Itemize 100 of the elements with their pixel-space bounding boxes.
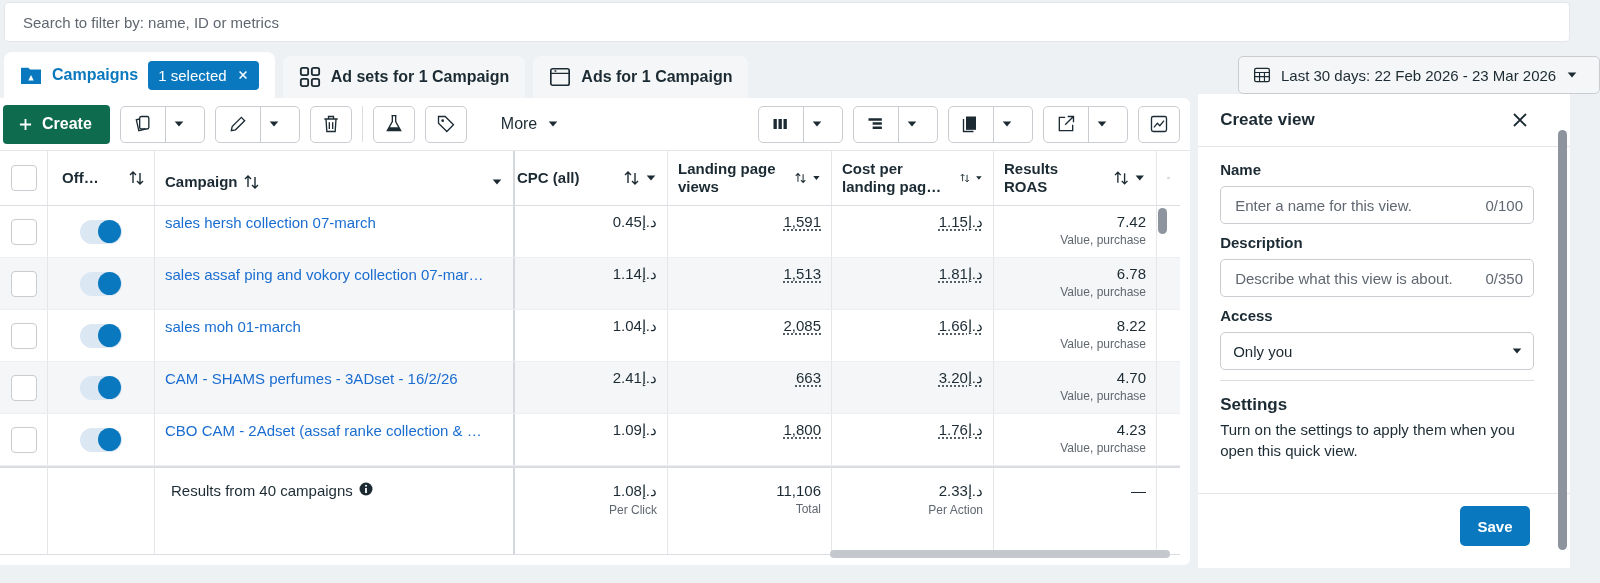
- tag-icon: [435, 114, 456, 134]
- field-label: Access: [1220, 307, 1274, 324]
- campaign-link[interactable]: sales hersh collection 07-march: [165, 214, 376, 257]
- access-dropdown[interactable]: Only you: [1220, 332, 1534, 370]
- column-header[interactable]: Off…: [48, 151, 155, 205]
- tab[interactable]: Campaigns 1 selected: [4, 52, 275, 98]
- campaign-link[interactable]: CAM - SHAMS perfumes - 3ADset - 16/2/26: [165, 370, 458, 413]
- metric-value: 2.41د.إ: [612, 369, 657, 387]
- campaign-link[interactable]: CBO CAM - 2Adset (assaf ranke collection & …: [165, 422, 482, 465]
- campaign-link[interactable]: sales moh 01-march: [165, 318, 301, 361]
- toggle-switch[interactable]: [80, 219, 122, 244]
- metric-value: —: [1131, 482, 1146, 499]
- metric-value: 1.15د.إ: [938, 213, 983, 231]
- sort-icon: [959, 171, 970, 185]
- grid-icon: [298, 66, 321, 88]
- sort-icon: [795, 171, 807, 185]
- settings-description: Turn on the settings to apply them when you open this quick view.: [1220, 420, 1516, 461]
- metric-value: 8.22: [1116, 317, 1146, 334]
- tab[interactable]: Ad sets for 1 Campaign: [282, 56, 526, 98]
- metric-value: 6.78: [1116, 265, 1146, 282]
- section-heading: Settings: [1220, 395, 1289, 415]
- metric-value: 3.20د.إ: [938, 369, 983, 387]
- tab[interactable]: Ads for 1 Campaign: [533, 56, 749, 98]
- metric-value: 1.08د.إ: [612, 482, 657, 500]
- sort-icon: [243, 175, 259, 189]
- toggle-switch[interactable]: [80, 271, 122, 296]
- toggle-switch[interactable]: [80, 427, 122, 452]
- copy-button[interactable]: [119, 105, 205, 143]
- delete-button[interactable]: [309, 105, 352, 143]
- toggle-switch[interactable]: [80, 375, 122, 400]
- selection-badge[interactable]: 1 selected: [148, 60, 259, 90]
- checkbox[interactable]: [10, 426, 37, 453]
- metric-note: Value, purchase: [1060, 285, 1146, 299]
- sort-icon: [624, 171, 639, 185]
- toggle-switch[interactable]: [80, 323, 122, 348]
- metric-value: 1.04د.إ: [612, 317, 657, 335]
- column-header[interactable]: Results ROAS: [994, 151, 1157, 205]
- metric-note: Value, purchase: [1060, 389, 1146, 403]
- checkbox[interactable]: [10, 322, 37, 349]
- date-range-button[interactable]: Last 30 days: 22 Feb 2026 - 23 Mar 2026: [1238, 56, 1600, 94]
- tag-button[interactable]: [424, 105, 467, 143]
- character-counter: 0/350: [1485, 269, 1523, 287]
- metric-value: 7.42: [1116, 213, 1146, 230]
- checkbox[interactable]: [10, 165, 37, 191]
- metric-value: 1,513: [783, 265, 821, 282]
- save-button[interactable]: Save: [1460, 506, 1530, 546]
- metric-value: 4.70: [1116, 369, 1146, 386]
- metric-value: 1.14د.إ: [612, 265, 657, 283]
- checkbox[interactable]: [10, 374, 37, 401]
- column-header[interactable]: Cost per landing pag…: [832, 151, 994, 205]
- flask-button[interactable]: [372, 105, 415, 143]
- metric-value: 11,106: [776, 482, 821, 499]
- character-counter: 0/100: [1485, 196, 1523, 214]
- edit-icon: [227, 114, 248, 134]
- metric-value: 1.09د.إ: [612, 421, 657, 439]
- folder-icon: [20, 65, 42, 85]
- metric-value: 2.33د.إ: [938, 482, 983, 500]
- checkbox[interactable]: [10, 218, 37, 245]
- text-input[interactable]: Enter a name for this view.: [1233, 195, 1486, 215]
- column-header[interactable]: Landing page views: [668, 151, 832, 205]
- field-label: Description: [1220, 234, 1304, 251]
- scrollbar[interactable]: [830, 550, 1170, 558]
- results-summary: Results from 40 campaigns: [171, 482, 353, 499]
- text-field[interactable]: Describe what this view is about. 0/350: [1220, 259, 1534, 297]
- field-label: Name: [1220, 161, 1262, 178]
- plus-icon: [19, 117, 32, 131]
- metric-value: 1.81د.إ: [938, 265, 983, 283]
- text-field[interactable]: Enter a name for this view. 0/100: [1220, 186, 1534, 224]
- close-icon[interactable]: [1512, 112, 1528, 128]
- export-icon: [1056, 114, 1077, 134]
- panel-title: Create view: [1220, 110, 1315, 130]
- columns-button[interactable]: [758, 105, 844, 143]
- metric-value: 4.23: [1116, 421, 1146, 438]
- metric-note: Value, purchase: [1060, 337, 1146, 351]
- window-icon: [549, 66, 572, 88]
- metric-value: 1,591: [783, 213, 821, 230]
- reports-button[interactable]: [948, 105, 1034, 143]
- create-button[interactable]: Create: [3, 104, 110, 144]
- metric-note: Value, purchase: [1060, 441, 1146, 455]
- metric-note: Per Action: [928, 503, 983, 517]
- metric-value: 1.66د.إ: [938, 317, 983, 335]
- info-icon[interactable]: [358, 482, 373, 496]
- text-input[interactable]: Describe what this view is about.: [1233, 268, 1486, 288]
- chart-button[interactable]: [1138, 105, 1181, 143]
- sort-icon: [129, 171, 144, 185]
- column-header[interactable]: CPC (all): [515, 151, 668, 205]
- metric-value: 1.76د.إ: [938, 421, 983, 439]
- edit-button[interactable]: [214, 105, 300, 143]
- metric-value: 0.45د.إ: [612, 213, 657, 231]
- more-button[interactable]: More: [494, 114, 566, 134]
- export-button[interactable]: [1043, 105, 1129, 143]
- campaign-link[interactable]: sales assaf ping and vokory collection 07-mar…: [165, 266, 484, 309]
- chart-icon: [1149, 114, 1170, 134]
- breakdown-button[interactable]: [853, 105, 939, 143]
- metric-value: 1,800: [783, 421, 821, 438]
- metric-value: 663: [795, 369, 821, 386]
- checkbox[interactable]: [10, 270, 37, 297]
- calendar-icon: [1253, 66, 1271, 84]
- column-header[interactable]: Campaign: [155, 151, 515, 205]
- metric-value: 2,085: [783, 317, 821, 334]
